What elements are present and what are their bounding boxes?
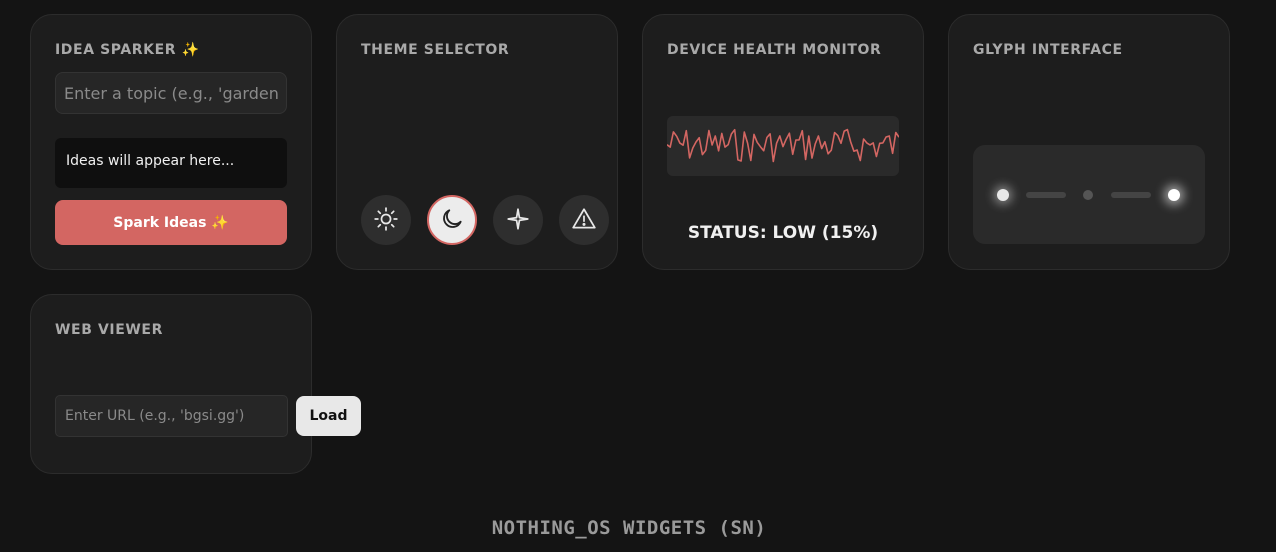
health-line-chart <box>667 128 899 163</box>
glyph-bar-left <box>1026 192 1066 198</box>
health-status: STATUS: LOW (15%) <box>687 223 879 243</box>
sun-icon <box>373 206 399 235</box>
device-health-card: DEVICE HEALTH MONITOR STATUS: LOW (15%) <box>642 14 924 270</box>
theme-selector-card: THEME SELECTOR <box>336 14 618 270</box>
health-line <box>667 128 899 163</box>
theme-light-button[interactable] <box>361 195 411 245</box>
glyph-panel <box>973 145 1205 244</box>
sparkle-icon <box>505 206 531 235</box>
spark-ideas-button[interactable]: Spark Ideas ✨ <box>55 200 287 245</box>
glyph-light-center <box>1083 190 1093 200</box>
glyph-interface-title: GLYPH INTERFACE <box>973 42 1123 58</box>
glyph-bar-right <box>1111 192 1151 198</box>
topic-input[interactable] <box>55 72 287 114</box>
theme-warning-button[interactable] <box>559 195 609 245</box>
url-input[interactable] <box>55 395 288 437</box>
health-graph <box>667 116 899 176</box>
ideas-output: Ideas will appear here... <box>55 138 287 188</box>
web-viewer-title: WEB VIEWER <box>55 322 163 338</box>
load-button[interactable]: Load <box>296 396 361 436</box>
theme-dark-button[interactable] <box>427 195 477 245</box>
glyph-light-left <box>997 189 1009 201</box>
theme-selector-title: THEME SELECTOR <box>361 42 510 58</box>
glyph-light-right <box>1168 189 1180 201</box>
idea-sparker-card: IDEA SPARKER ✨ Ideas will appear here...… <box>30 14 312 270</box>
theme-sparkle-button[interactable] <box>493 195 543 245</box>
footer-title: NOTHING_OS WIDGETS (SN) <box>491 517 767 539</box>
idea-sparker-title: IDEA SPARKER ✨ <box>55 42 200 58</box>
web-viewer-card: WEB VIEWER Load <box>30 294 361 474</box>
moon-icon <box>439 206 465 235</box>
glyph-interface-card: GLYPH INTERFACE <box>948 14 1230 270</box>
warning-icon <box>571 206 597 235</box>
device-health-title: DEVICE HEALTH MONITOR <box>667 42 882 58</box>
